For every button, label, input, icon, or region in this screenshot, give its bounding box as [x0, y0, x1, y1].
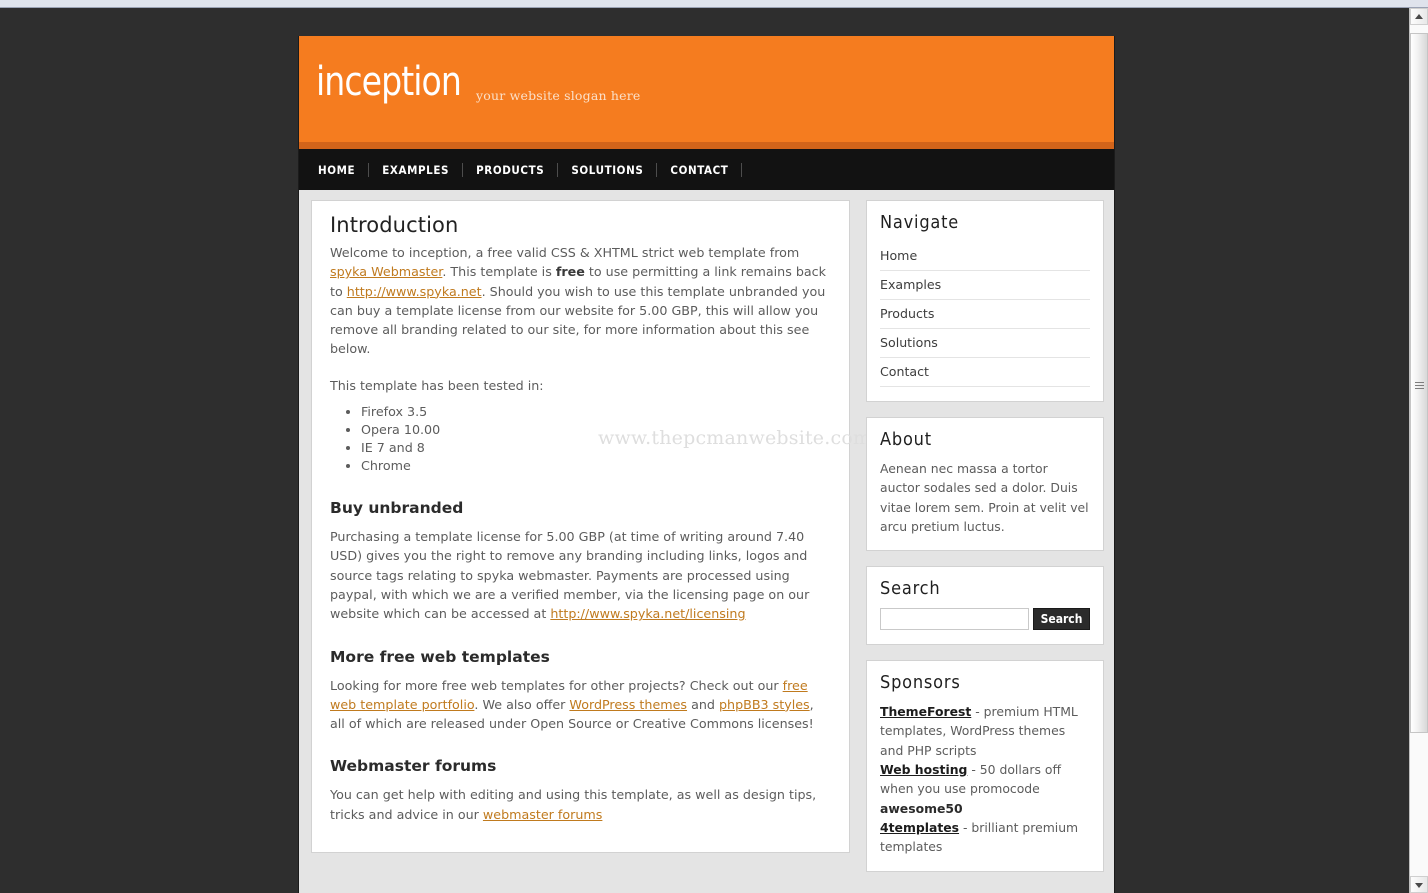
link-licensing[interactable]: http://www.spyka.net/licensing — [550, 606, 745, 621]
browser-list: Firefox 3.5 Opera 10.00 IE 7 and 8 Chrom… — [330, 403, 831, 475]
more-paragraph: Looking for more free web templates for … — [330, 676, 831, 734]
nav-separator — [741, 162, 743, 177]
sponsor-web-hosting: Web hosting - 50 dollars off when you us… — [880, 760, 1090, 818]
list-item: Chrome — [361, 457, 831, 475]
link-phpbb3-styles[interactable]: phpBB3 styles — [719, 697, 810, 712]
sidebar: Navigate Home Examples Products Solution… — [866, 200, 1104, 887]
link-spyka-webmaster[interactable]: spyka Webmaster — [330, 264, 442, 279]
chevron-up-icon — [1415, 13, 1423, 19]
link-spyka-net[interactable]: http://www.spyka.net — [347, 284, 482, 299]
intro-text-b: . This template is — [442, 264, 556, 280]
page-body: Introduction Welcome to inception, a fre… — [299, 190, 1114, 893]
list-item: IE 7 and 8 — [361, 439, 831, 457]
sponsor-dash: - — [971, 704, 984, 720]
page-title: Introduction — [330, 213, 459, 237]
sidebar-item-contact[interactable]: Contact — [880, 358, 1090, 387]
heading-buy-unbranded: Buy unbranded — [330, 499, 464, 518]
search-title: Search — [880, 578, 941, 600]
sidebar-item-examples[interactable]: Examples — [880, 271, 1090, 300]
search-button[interactable]: Search — [1033, 608, 1090, 631]
link-webmaster-forums[interactable]: webmaster forums — [483, 807, 602, 822]
sponsor-promocode: awesome50 — [880, 800, 963, 816]
sidebar-item-home[interactable]: Home — [880, 242, 1090, 271]
site-header: inception your website slogan here — [299, 36, 1114, 149]
intro-paragraph: Welcome to inception, a free valid CSS &… — [330, 243, 831, 359]
panel-sponsors: Sponsors ThemeForest - premium HTML temp… — [866, 660, 1104, 872]
sidebar-item-solutions[interactable]: Solutions — [880, 329, 1090, 358]
link-web-hosting[interactable]: Web hosting — [880, 762, 967, 777]
sponsor-themeforest: ThemeForest - premium HTML templates, Wo… — [880, 702, 1090, 760]
list-item: Firefox 3.5 — [361, 403, 831, 421]
buy-paragraph: Purchasing a template license for 5.00 G… — [330, 527, 831, 623]
site-logo[interactable]: inception — [316, 62, 462, 102]
forums-paragraph: You can get help with editing and using … — [330, 785, 831, 824]
scrollbar-track[interactable] — [1410, 25, 1428, 876]
link-wordpress-themes[interactable]: WordPress themes — [569, 697, 687, 712]
heading-more-templates: More free web templates — [330, 647, 550, 666]
sponsor-dash: - — [959, 819, 972, 835]
nav-item-products[interactable]: PRODUCTS — [463, 163, 557, 177]
intro-text-a: Welcome to inception, a free valid CSS &… — [330, 245, 800, 260]
heading-webmaster-forums: Webmaster forums — [330, 757, 497, 776]
scroll-down-button[interactable] — [1410, 876, 1428, 893]
scroll-up-button[interactable] — [1410, 8, 1428, 25]
intro-bold-free: free — [555, 264, 585, 280]
window-top-strip — [0, 0, 1428, 8]
scrollbar-grip-icon — [1415, 382, 1424, 391]
list-item: Opera 10.00 — [361, 421, 831, 439]
browser-viewport: inception your website slogan here HOME … — [0, 0, 1428, 893]
navigate-list: Home Examples Products Solutions Contact — [880, 242, 1090, 387]
more-text-a: Looking for more free web templates for … — [330, 677, 783, 693]
panel-search: Search Search — [866, 566, 1104, 646]
chevron-down-icon — [1415, 882, 1423, 888]
sponsor-4templates: 4templates - brilliant premium templates — [880, 818, 1090, 857]
tested-in-paragraph: This template has been tested in: — [330, 377, 544, 393]
more-text-b: . We also offer — [474, 696, 570, 712]
link-4templates[interactable]: 4templates — [880, 820, 959, 835]
sponsor-dash: - — [967, 762, 980, 778]
search-input[interactable] — [880, 608, 1029, 631]
main-navigation: HOME EXAMPLES PRODUCTS SOLUTIONS CONTACT — [299, 149, 1114, 190]
more-text-c: and — [687, 696, 719, 712]
nav-item-contact[interactable]: CONTACT — [657, 163, 741, 177]
nav-item-examples[interactable]: EXAMPLES — [369, 163, 462, 177]
scrollbar-thumb[interactable] — [1410, 33, 1428, 733]
navigate-title: Navigate — [880, 212, 960, 233]
main-content: Introduction Welcome to inception, a fre… — [311, 200, 871, 854]
search-row: Search — [880, 608, 1090, 631]
panel-about: About Aenean nec massa a tortor auctor s… — [866, 417, 1104, 552]
sponsors-title: Sponsors — [880, 672, 961, 694]
about-title: About — [880, 429, 932, 450]
about-text: Aenean nec massa a tortor auctor sodales… — [880, 461, 1089, 534]
link-themeforest[interactable]: ThemeForest — [880, 704, 971, 719]
nav-item-solutions[interactable]: SOLUTIONS — [558, 163, 656, 177]
vertical-scrollbar[interactable] — [1409, 8, 1428, 893]
website-wrapper: inception your website slogan here HOME … — [298, 36, 1115, 893]
site-slogan: your website slogan here — [476, 88, 641, 103]
sidebar-item-products[interactable]: Products — [880, 300, 1090, 329]
panel-navigate: Navigate Home Examples Products Solution… — [866, 200, 1104, 402]
nav-item-home[interactable]: HOME — [305, 163, 368, 177]
